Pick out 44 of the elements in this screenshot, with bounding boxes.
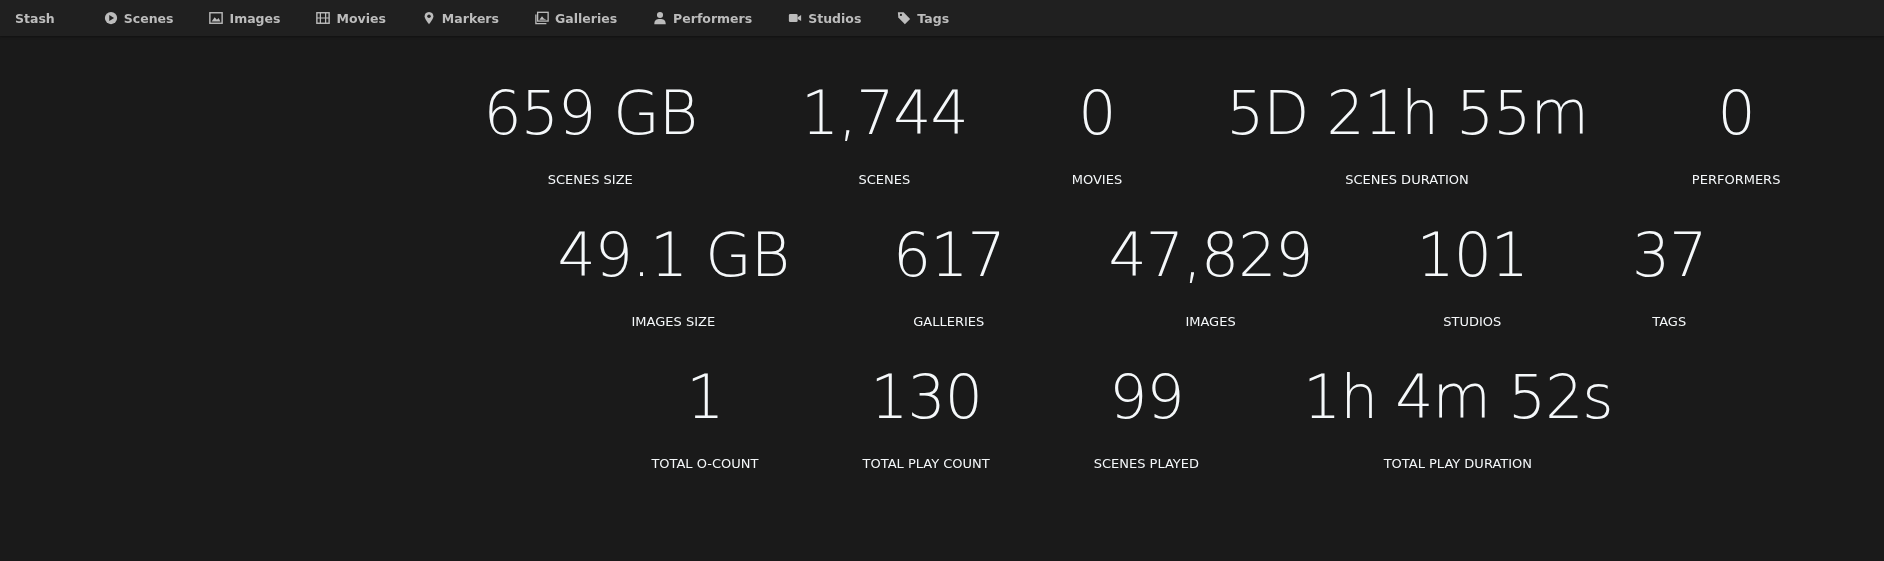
stat-value: 130	[870, 362, 982, 432]
stat-label: GALLERIES	[913, 314, 985, 329]
stat-value: 1,744	[800, 78, 968, 148]
stat-label: STUDIOS	[1443, 314, 1502, 329]
nav-link[interactable]: Images	[204, 6, 286, 30]
stat-label: IMAGES SIZE	[631, 314, 716, 329]
user-icon	[653, 11, 668, 25]
stat-value: 101	[1416, 220, 1529, 290]
stat-value: 1	[686, 362, 724, 432]
stat-label: TOTAL O-COUNT	[651, 456, 759, 471]
brand-link[interactable]: Stash	[15, 10, 55, 26]
stat-label: MOVIES	[1071, 172, 1123, 187]
stat-value: 0	[1078, 78, 1116, 148]
stat-value: 1h 4m 52s	[1303, 362, 1613, 432]
stat-value: 659 GB	[483, 78, 697, 148]
play-icon	[103, 11, 118, 25]
stat-value: 0	[1717, 78, 1755, 148]
stat-label: SCENES	[858, 172, 911, 187]
stat-label: IMAGES	[1185, 314, 1236, 329]
stat-value: 49.1 GB	[557, 220, 790, 290]
nav-link[interactable]: Tags	[892, 6, 955, 30]
nav-link[interactable]: Markers	[416, 6, 504, 30]
stat-label: SCENES DURATION	[1345, 172, 1469, 187]
stat-value: 99	[1109, 362, 1184, 432]
stat-value: 617	[893, 220, 1005, 290]
stat-value: 37	[1632, 220, 1707, 290]
video-camera-icon	[788, 11, 803, 25]
film-icon	[316, 11, 331, 25]
stat-label: SCENES PLAYED	[1093, 456, 1200, 471]
nav-link[interactable]: Studios	[783, 6, 867, 30]
stat-label: TOTAL PLAY DURATION	[1383, 456, 1532, 471]
stat-value: 47,829	[1108, 220, 1313, 290]
tag-icon	[897, 11, 912, 25]
nav-link[interactable]: Galleries	[529, 6, 623, 30]
nav-link[interactable]: Performers	[648, 6, 758, 30]
stat-label: SCENES SIZE	[547, 172, 633, 187]
stat-label: PERFORMERS	[1691, 172, 1781, 187]
image-icon	[209, 11, 224, 25]
stat-value: 5D 21h 55m	[1226, 78, 1588, 148]
images-icon	[534, 11, 549, 25]
stat-label: TAGS	[1652, 314, 1687, 329]
nav-link[interactable]: Scenes	[98, 6, 179, 30]
stat-label: TOTAL PLAY COUNT	[862, 456, 990, 471]
nav-link[interactable]: Movies	[311, 6, 391, 30]
